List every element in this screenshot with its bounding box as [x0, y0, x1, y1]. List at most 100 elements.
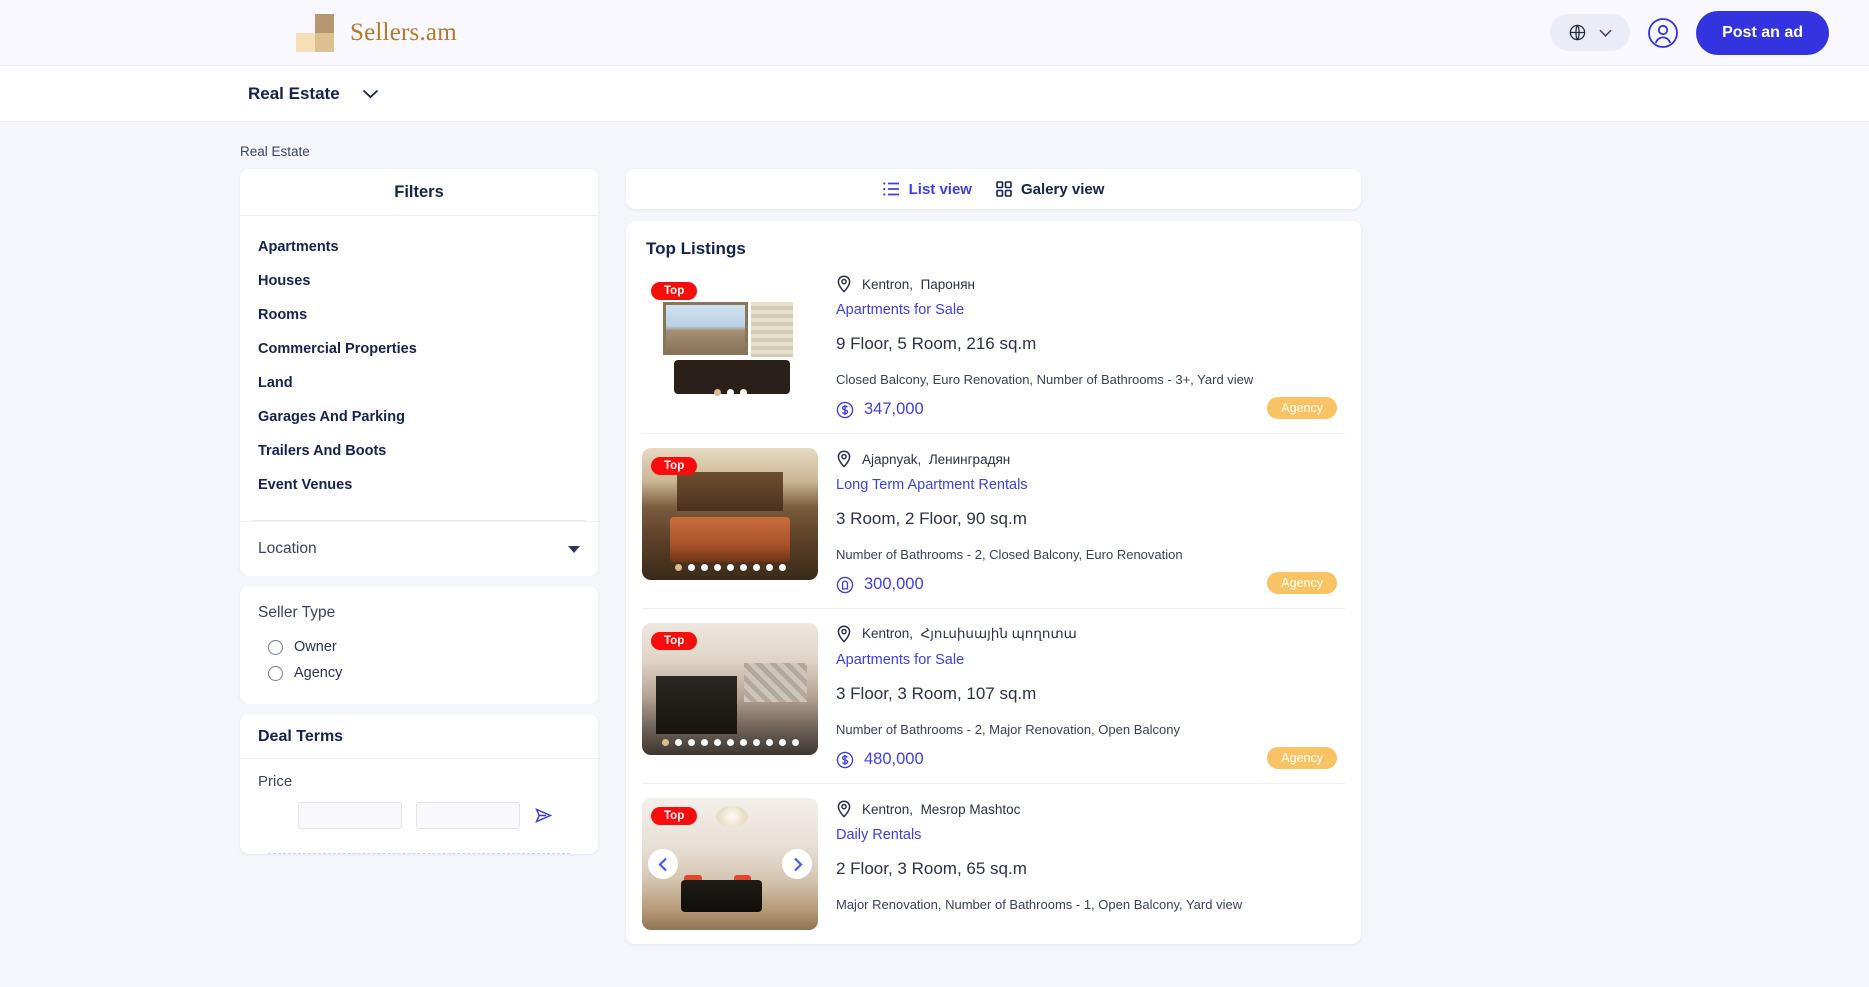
user-account-button[interactable] — [1646, 16, 1680, 50]
carousel-dots[interactable] — [642, 564, 818, 571]
location-text: Ajapnyak, Ленинградян — [862, 451, 1011, 467]
seller-type-option-agency[interactable]: Agency — [258, 660, 580, 686]
listing-specs: 9 Floor, 5 Room, 216 sq.m — [836, 334, 1037, 353]
location-label: Location — [258, 540, 317, 557]
location-pin-icon — [837, 625, 851, 643]
view-toggle-bar: List view Galery view — [626, 169, 1361, 209]
listing-thumbnail[interactable]: Top — [642, 623, 818, 755]
price-value: 347,000 — [864, 400, 924, 418]
list-icon — [882, 182, 899, 196]
listing-specs: 2 Floor, 3 Room, 65 sq.m — [836, 859, 1027, 878]
tab-gallery-view[interactable]: Galery view — [996, 181, 1104, 198]
listing-location: Kentron, Mesrop Mashtoc — [836, 800, 1345, 818]
carousel-dots[interactable] — [642, 739, 818, 746]
dram-circle-icon — [836, 576, 854, 593]
listing-info: Kentron, Mesrop Mashtoc Daily Rentals 2 … — [836, 798, 1345, 930]
dollar-circle-icon — [836, 401, 854, 418]
listings-panel: Top Listings Top Kentron, Паронян Apartm… — [626, 221, 1361, 944]
caret-down-icon — [568, 545, 580, 553]
seller-type-option-owner[interactable]: Owner — [258, 634, 580, 660]
location-pin-icon — [837, 275, 851, 293]
brand-logo[interactable]: Sellers.am — [296, 13, 457, 52]
user-avatar-icon — [1648, 17, 1678, 48]
carousel-next-button[interactable] — [782, 849, 812, 879]
chevron-right-icon — [793, 857, 803, 871]
globe-icon — [1569, 24, 1586, 41]
radio-label: Agency — [294, 665, 343, 681]
listing-title-link[interactable]: Long Term Apartment Rentals — [836, 477, 1345, 493]
send-arrow-icon[interactable] — [534, 806, 553, 825]
post-ad-button[interactable]: Post an ad — [1696, 10, 1829, 55]
tab-list-view[interactable]: List view — [882, 181, 972, 198]
dollar-circle-icon — [836, 751, 854, 768]
filters-panel: Filters Apartments Houses Rooms Commerci… — [240, 169, 598, 576]
listing-location: Kentron, Հյուսիսային պողոտա — [836, 625, 1345, 643]
sidebar-item-garages-and-parking[interactable]: Garages And Parking — [240, 400, 598, 434]
listing-specs: 3 Floor, 3 Room, 107 sq.m — [836, 684, 1037, 703]
chevron-down-icon — [362, 89, 378, 98]
listing-card[interactable]: Top Ajapnyak, Ленинградян Long Term Apar… — [642, 448, 1345, 609]
location-text: Kentron, Հյուսիսային պողոտա — [862, 626, 1077, 641]
breadcrumb[interactable]: Real Estate — [240, 122, 1361, 169]
listing-title-link[interactable]: Apartments for Sale — [836, 652, 1345, 668]
price-range-row — [240, 790, 598, 829]
listings-title: Top Listings — [646, 239, 746, 258]
sidebar-item-apartments[interactable]: Apartments — [240, 230, 598, 264]
chevron-down-icon — [1599, 29, 1612, 37]
category-bar: Real Estate — [0, 66, 1869, 122]
location-text: Kentron, Паронян — [862, 276, 976, 292]
sidebar-item-commercial-properties[interactable]: Commercial Properties — [240, 332, 598, 366]
status-badge: Agency — [1267, 397, 1337, 419]
spacer — [240, 704, 598, 714]
price-from-input[interactable] — [298, 802, 402, 829]
listing-card[interactable]: Top — [642, 798, 1345, 944]
location-filter[interactable]: Location — [240, 521, 598, 576]
listing-info: Kentron, Паронян Apartments for Sale 9 F… — [836, 273, 1345, 419]
sidebar-item-houses[interactable]: Houses — [240, 264, 598, 298]
listing-specs: 3 Room, 2 Floor, 90 sq.m — [836, 509, 1027, 528]
sidebar-item-event-venues[interactable]: Event Venues — [240, 468, 598, 502]
filters-sidebar: Filters Apartments Houses Rooms Commerci… — [240, 169, 598, 958]
category-dropdown[interactable]: Real Estate — [248, 84, 379, 104]
carousel-dots[interactable] — [642, 389, 818, 396]
listing-thumbnail[interactable]: Top — [642, 273, 818, 405]
deal-terms-panel: Deal Terms Price — [240, 714, 598, 854]
sidebar-item-land[interactable]: Land — [240, 366, 598, 400]
category-label: Real Estate — [248, 83, 340, 103]
category-filter-list: Apartments Houses Rooms Commercial Prope… — [240, 216, 598, 512]
seller-type-panel: Seller Type Owner Agency — [240, 586, 598, 704]
listing-title-link[interactable]: Daily Rentals — [836, 827, 1345, 843]
listing-thumbnail[interactable]: Top — [642, 448, 818, 580]
logo-blocks-icon — [296, 13, 334, 52]
carousel-prev-button[interactable] — [648, 849, 678, 879]
page-body: Real Estate Filters Apartments Houses Ro… — [0, 122, 1869, 958]
price-value: 480,000 — [864, 750, 924, 768]
listing-thumbnail[interactable]: Top — [642, 798, 818, 930]
language-selector[interactable] — [1550, 14, 1631, 51]
listing-info: Kentron, Հյուսիսային պողոտա Apartments f… — [836, 623, 1345, 769]
listing-card[interactable]: Top Kentron, Паронян Apartments for Sale… — [642, 273, 1345, 434]
price-to-input[interactable] — [416, 802, 520, 829]
sidebar-item-trailers-and-boots[interactable]: Trailers And Boots — [240, 434, 598, 468]
sidebar-item-rooms[interactable]: Rooms — [240, 298, 598, 332]
main-content: List view Galery view Top Listings Top K… — [626, 169, 1361, 958]
radio-icon — [268, 665, 283, 681]
location-pin-icon — [837, 450, 851, 468]
site-header: Sellers.am Post an ad — [0, 0, 1869, 66]
radio-icon — [268, 639, 283, 655]
filters-title: Filters — [240, 169, 598, 216]
location-text: Kentron, Mesrop Mashtoc — [862, 801, 1021, 817]
top-badge: Top — [651, 282, 698, 300]
listing-title-link[interactable]: Apartments for Sale — [836, 302, 1345, 318]
listing-card[interactable]: Top — [642, 623, 1345, 784]
listing-attributes: Number of Bathrooms - 2, Closed Balcony,… — [836, 547, 1183, 562]
chevron-left-icon — [657, 857, 667, 871]
price-value: 300,000 — [864, 575, 924, 593]
price-label: Price — [258, 773, 293, 790]
status-badge: Agency — [1267, 572, 1337, 594]
top-badge: Top — [651, 632, 698, 650]
listing-location: Kentron, Паронян — [836, 275, 1345, 293]
listing-info: Ajapnyak, Ленинградян Long Term Apartmen… — [836, 448, 1345, 594]
brand-name: Sellers.am — [350, 18, 457, 46]
spacer — [240, 576, 598, 586]
